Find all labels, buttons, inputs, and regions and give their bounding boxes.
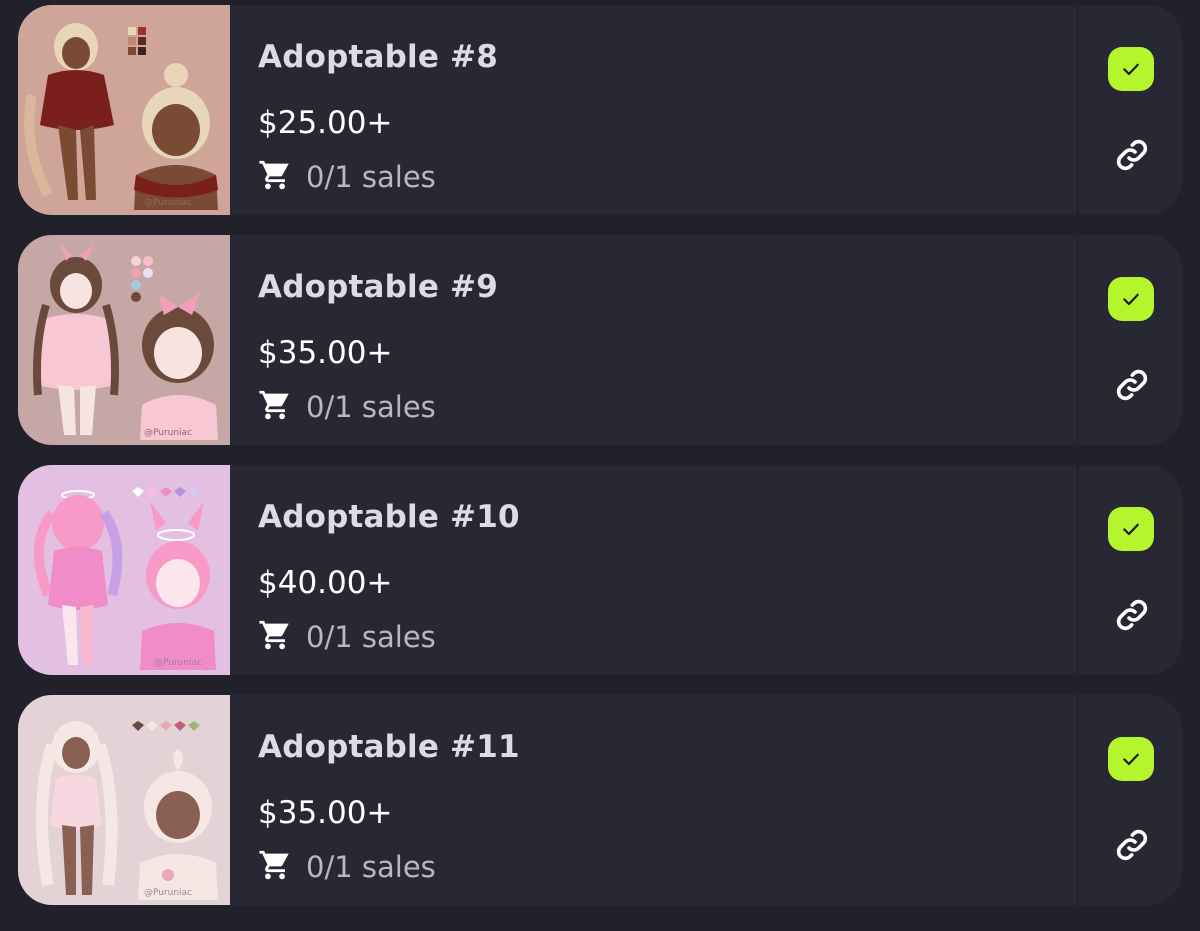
- product-title[interactable]: Adoptable #10: [258, 499, 520, 535]
- product-card[interactable]: @Puruniac Adoptable #10 $40.00+ 0/1 sale…: [18, 465, 1182, 675]
- artwork-image: @Puruniac: [18, 235, 230, 445]
- watermark: @Puruniac: [154, 658, 202, 668]
- product-price: $40.00+: [258, 565, 393, 601]
- product-price: $35.00+: [258, 795, 393, 831]
- product-actions: [1077, 465, 1182, 675]
- product-price: $35.00+: [258, 335, 393, 371]
- product-thumbnail[interactable]: @Puruniac: [18, 465, 230, 675]
- check-icon: [1123, 63, 1139, 76]
- artwork-image: @Puruniac: [18, 5, 230, 215]
- product-thumbnail[interactable]: @Puruniac: [18, 5, 230, 215]
- copy-link-button[interactable]: [1112, 595, 1152, 635]
- copy-link-button[interactable]: [1112, 135, 1152, 175]
- cart-icon: [258, 158, 292, 196]
- sales-text: 0/1 sales: [306, 160, 436, 194]
- link-icon: [1116, 599, 1148, 631]
- product-info: Adoptable #8 $25.00+ 0/1 sales: [230, 5, 1077, 215]
- product-thumbnail[interactable]: @Puruniac: [18, 235, 230, 445]
- watermark: @Puruniac: [144, 428, 192, 438]
- link-icon: [1116, 369, 1148, 401]
- select-checkbox[interactable]: [1108, 737, 1154, 781]
- check-icon: [1123, 753, 1139, 766]
- product-actions: [1077, 695, 1182, 905]
- product-title[interactable]: Adoptable #8: [258, 39, 498, 75]
- select-checkbox[interactable]: [1108, 507, 1154, 551]
- sales-text: 0/1 sales: [306, 390, 436, 424]
- product-thumbnail[interactable]: @Puruniac: [18, 695, 230, 905]
- adoptable-list: @Puruniac Adoptable #8 $25.00+ 0/1 sales: [18, 5, 1182, 925]
- product-card[interactable]: @Puruniac Adoptable #9 $35.00+ 0/1 sales: [18, 235, 1182, 445]
- artwork-image: @Puruniac: [18, 695, 230, 905]
- select-checkbox[interactable]: [1108, 277, 1154, 321]
- artwork-image: @Puruniac: [18, 465, 230, 675]
- check-icon: [1123, 523, 1139, 536]
- link-icon: [1116, 829, 1148, 861]
- sales-count: 0/1 sales: [258, 388, 436, 426]
- cart-icon: [258, 618, 292, 656]
- product-info: Adoptable #10 $40.00+ 0/1 sales: [230, 465, 1077, 675]
- select-checkbox[interactable]: [1108, 47, 1154, 91]
- watermark: @Puruniac: [144, 888, 192, 898]
- product-card[interactable]: @Puruniac Adoptable #8 $25.00+ 0/1 sales: [18, 5, 1182, 215]
- sales-text: 0/1 sales: [306, 620, 436, 654]
- product-actions: [1077, 235, 1182, 445]
- product-card[interactable]: @Puruniac Adoptable #11 $35.00+ 0/1 sale…: [18, 695, 1182, 905]
- sales-text: 0/1 sales: [306, 850, 436, 884]
- sales-count: 0/1 sales: [258, 618, 436, 656]
- link-icon: [1116, 139, 1148, 171]
- cart-icon: [258, 848, 292, 886]
- product-info: Adoptable #9 $35.00+ 0/1 sales: [230, 235, 1077, 445]
- sales-count: 0/1 sales: [258, 848, 436, 886]
- cart-icon: [258, 388, 292, 426]
- product-title[interactable]: Adoptable #11: [258, 729, 520, 765]
- copy-link-button[interactable]: [1112, 825, 1152, 865]
- check-icon: [1123, 293, 1139, 306]
- product-title[interactable]: Adoptable #9: [258, 269, 498, 305]
- product-info: Adoptable #11 $35.00+ 0/1 sales: [230, 695, 1077, 905]
- sales-count: 0/1 sales: [258, 158, 436, 196]
- product-price: $25.00+: [258, 105, 393, 141]
- watermark: @Puruniac: [144, 198, 192, 208]
- product-actions: [1077, 5, 1182, 215]
- copy-link-button[interactable]: [1112, 365, 1152, 405]
